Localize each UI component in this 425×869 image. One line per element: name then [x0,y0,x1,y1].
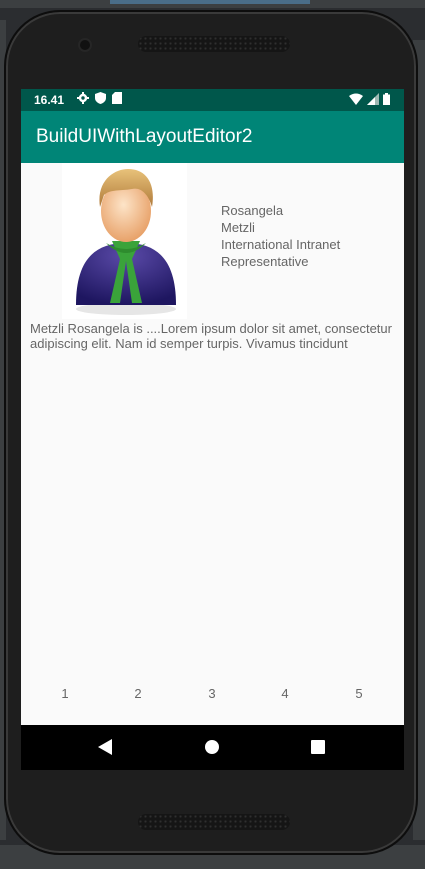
app-bar: BuildUIWithLayoutEditor2 [21,111,404,163]
status-time: 16.41 [34,93,65,107]
shield-icon [95,92,106,104]
front-camera [80,40,90,50]
app-title: BuildUIWithLayoutEditor2 [36,126,253,147]
system-nav-bar [21,725,404,770]
wifi-icon [349,93,363,108]
sd-card-icon [112,92,122,104]
pager-item-1[interactable]: 1 [55,686,75,701]
pager-item-3[interactable]: 3 [202,686,222,701]
battery-icon [383,93,390,108]
pager-item-2[interactable]: 2 [128,686,148,701]
profile-info: Rosangela Metzli International Intranet … [221,202,340,270]
back-icon[interactable] [98,739,112,759]
job-title-line1: International Intranet [221,237,341,252]
first-name: Rosangela [221,203,284,218]
home-icon[interactable] [204,739,220,759]
pager-row: 1 2 3 4 5 [21,686,404,706]
profile-bio: Metzli Rosangela is ....Lorem ipsum dolo… [30,321,392,351]
signal-icon [367,93,379,108]
user-avatar-icon [62,163,187,319]
pager-item-4[interactable]: 4 [275,686,295,701]
top-speaker [138,36,290,52]
ide-tab-accent [110,0,310,4]
last-name: Metzli [221,220,255,235]
device-screen: 16.41 BuildUIWithLayoutEditor2 Rosangela… [21,89,404,770]
status-bar: 16.41 [21,89,404,111]
status-right-icons [349,93,390,108]
pager-item-5[interactable]: 5 [349,686,369,701]
status-left-icons [77,92,122,104]
gear-icon [77,92,89,104]
bottom-speaker [138,814,290,830]
recents-icon[interactable] [311,739,325,758]
job-title-line2: Representative [221,254,309,269]
